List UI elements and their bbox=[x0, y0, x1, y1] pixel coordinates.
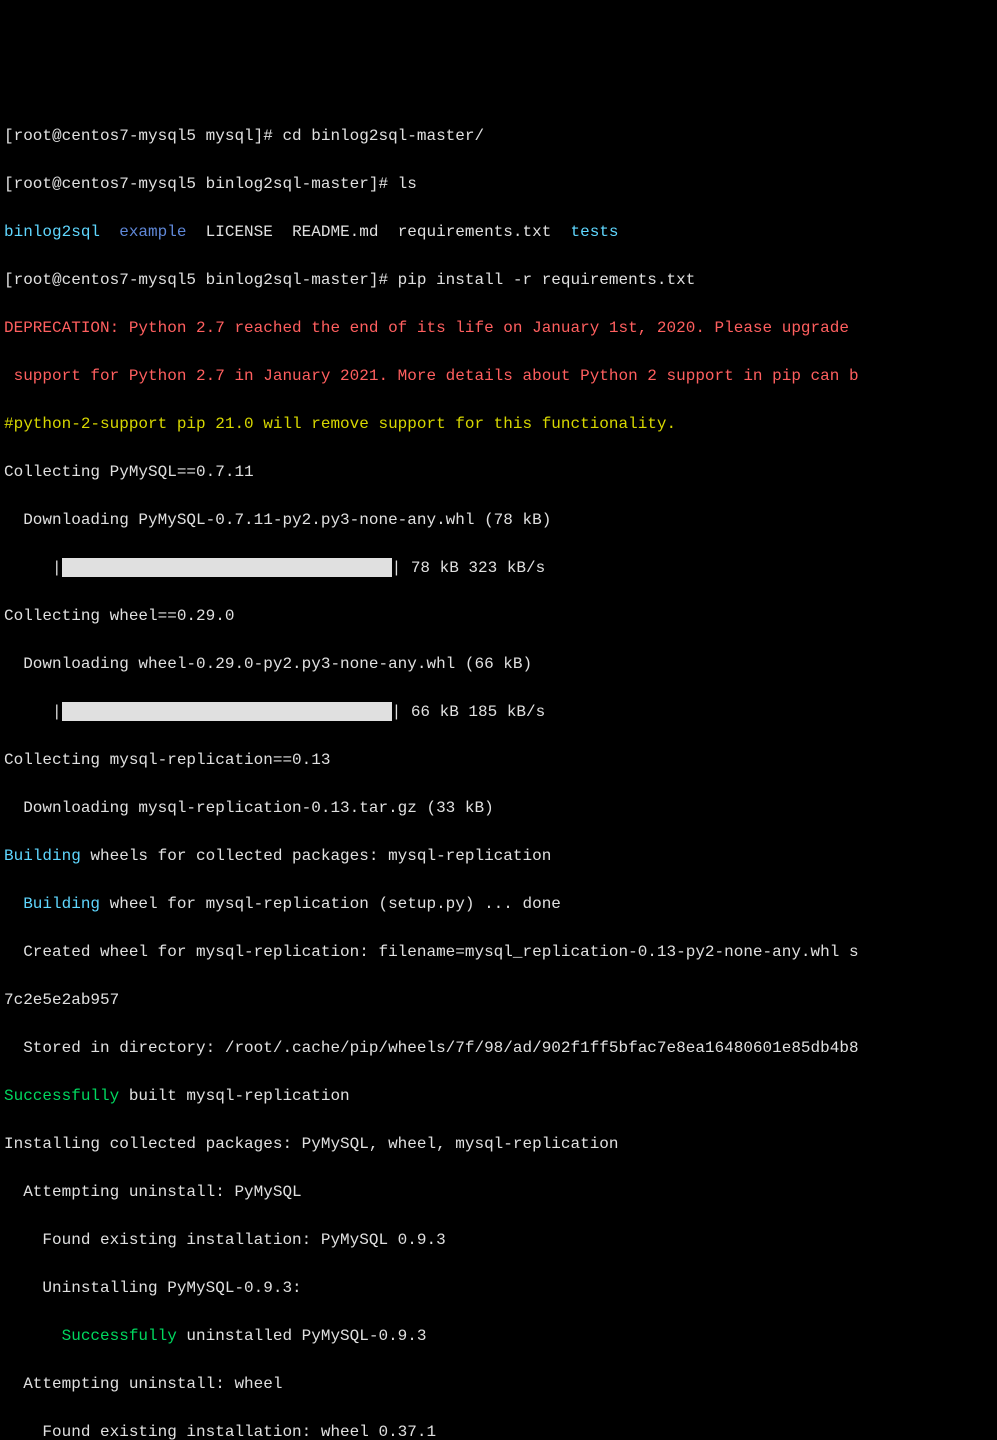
pip-output: Collecting PyMySQL==0.7.11 bbox=[4, 460, 993, 484]
pip-output: Uninstalling PyMySQL-0.9.3: bbox=[4, 1276, 993, 1300]
pip-output: 7c2e5e2ab957 bbox=[4, 988, 993, 1012]
command-line: [root@centos7-mysql5 binlog2sql-master]#… bbox=[4, 268, 993, 292]
pip-output: Installing collected packages: PyMySQL, … bbox=[4, 1132, 993, 1156]
pip-output: Attempting uninstall: wheel bbox=[4, 1372, 993, 1396]
ls-output: binlog2sql example LICENSE README.md req… bbox=[4, 220, 993, 244]
pip-output: Created wheel for mysql-replication: fil… bbox=[4, 940, 993, 964]
pip-output: Building wheels for collected packages: … bbox=[4, 844, 993, 868]
pip-output: Stored in directory: /root/.cache/pip/wh… bbox=[4, 1036, 993, 1060]
pip-output: Building wheel for mysql-replication (se… bbox=[4, 892, 993, 916]
pip-output: Found existing installation: PyMySQL 0.9… bbox=[4, 1228, 993, 1252]
command-line: [root@centos7-mysql5 binlog2sql-master]#… bbox=[4, 172, 993, 196]
pip-output: Downloading PyMySQL-0.7.11-py2.py3-none-… bbox=[4, 508, 993, 532]
pip-output: Downloading wheel-0.29.0-py2.py3-none-an… bbox=[4, 652, 993, 676]
deprecation-warning: #python-2-support pip 21.0 will remove s… bbox=[4, 412, 993, 436]
pip-output: Collecting mysql-replication==0.13 bbox=[4, 748, 993, 772]
pip-output: Collecting wheel==0.29.0 bbox=[4, 604, 993, 628]
deprecation-warning: DEPRECATION: Python 2.7 reached the end … bbox=[4, 316, 993, 340]
command-line: [root@centos7-mysql5 mysql]# cd binlog2s… bbox=[4, 124, 993, 148]
pip-output: Successfully built mysql-replication bbox=[4, 1084, 993, 1108]
progress-line: || 78 kB 323 kB/s bbox=[4, 556, 993, 580]
pip-output: Downloading mysql-replication-0.13.tar.g… bbox=[4, 796, 993, 820]
progress-line: || 66 kB 185 kB/s bbox=[4, 700, 993, 724]
deprecation-warning: support for Python 2.7 in January 2021. … bbox=[4, 364, 993, 388]
progress-bar bbox=[62, 558, 392, 577]
pip-output: Found existing installation: wheel 0.37.… bbox=[4, 1420, 993, 1440]
pip-output: Successfully uninstalled PyMySQL-0.9.3 bbox=[4, 1324, 993, 1348]
pip-output: Attempting uninstall: PyMySQL bbox=[4, 1180, 993, 1204]
terminal-output[interactable]: [root@centos7-mysql5 mysql]# cd binlog2s… bbox=[4, 100, 993, 1440]
progress-bar bbox=[62, 702, 392, 721]
